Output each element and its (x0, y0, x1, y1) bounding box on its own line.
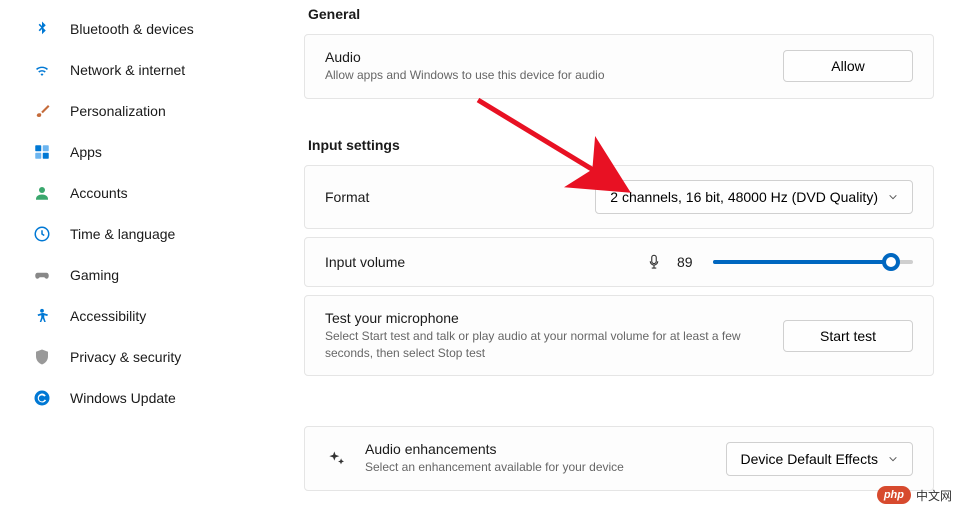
sidebar-item-label: Gaming (70, 267, 119, 283)
enhance-title: Audio enhancements (365, 441, 726, 457)
gamepad-icon (32, 265, 52, 285)
audio-title: Audio (325, 49, 783, 65)
bluetooth-icon (32, 19, 52, 39)
volume-slider[interactable] (713, 252, 913, 272)
sidebar-item-label: Apps (70, 144, 102, 160)
sidebar-item-label: Personalization (70, 103, 166, 119)
sidebar-item-accessibility[interactable]: Accessibility (8, 296, 272, 336)
watermark-badge: php (877, 486, 911, 504)
sidebar-item-privacy[interactable]: Privacy & security (8, 337, 272, 377)
allow-button[interactable]: Allow (783, 50, 913, 82)
sidebar-item-label: Accessibility (70, 308, 146, 324)
test-card: Test your microphone Select Start test a… (304, 295, 934, 377)
sidebar: Bluetooth & devices Network & internet P… (0, 0, 280, 510)
test-title: Test your microphone (325, 310, 763, 326)
person-icon (32, 183, 52, 203)
audio-sub: Allow apps and Windows to use this devic… (325, 67, 783, 84)
chevron-down-icon (888, 192, 898, 202)
enhance-value: Device Default Effects (741, 451, 878, 467)
sparkle-icon (325, 448, 347, 470)
section-input: Input settings (308, 137, 934, 153)
sidebar-item-label: Network & internet (70, 62, 185, 78)
sidebar-item-label: Privacy & security (70, 349, 181, 365)
watermark: php 中文网 (877, 486, 952, 504)
chevron-down-icon (888, 454, 898, 464)
sidebar-item-gaming[interactable]: Gaming (8, 255, 272, 295)
sidebar-item-update[interactable]: Windows Update (8, 378, 272, 418)
watermark-text: 中文网 (916, 487, 952, 504)
clock-icon (32, 224, 52, 244)
enhance-sub: Select an enhancement available for your… (365, 459, 726, 476)
section-general: General (308, 6, 934, 22)
format-value: 2 channels, 16 bit, 48000 Hz (DVD Qualit… (610, 189, 878, 205)
test-sub: Select Start test and talk or play audio… (325, 328, 763, 362)
format-dropdown[interactable]: 2 channels, 16 bit, 48000 Hz (DVD Qualit… (595, 180, 913, 214)
format-label: Format (325, 189, 595, 205)
volume-card: Input volume 89 (304, 237, 934, 287)
sidebar-item-network[interactable]: Network & internet (8, 50, 272, 90)
wifi-icon (32, 60, 52, 80)
brush-icon (32, 101, 52, 121)
sidebar-item-accounts[interactable]: Accounts (8, 173, 272, 213)
start-test-button[interactable]: Start test (783, 320, 913, 352)
sidebar-item-label: Time & language (70, 226, 175, 242)
volume-label: Input volume (325, 254, 645, 270)
microphone-icon[interactable] (645, 253, 663, 271)
sidebar-item-apps[interactable]: Apps (8, 132, 272, 172)
update-icon (32, 388, 52, 408)
sidebar-item-personalization[interactable]: Personalization (8, 91, 272, 131)
volume-value: 89 (677, 254, 699, 270)
main-content: General Audio Allow apps and Windows to … (280, 0, 958, 510)
apps-icon (32, 142, 52, 162)
sidebar-item-time[interactable]: Time & language (8, 214, 272, 254)
audio-card: Audio Allow apps and Windows to use this… (304, 34, 934, 99)
shield-icon (32, 347, 52, 367)
sidebar-item-bluetooth[interactable]: Bluetooth & devices (8, 9, 272, 49)
sidebar-item-label: Windows Update (70, 390, 176, 406)
enhance-dropdown[interactable]: Device Default Effects (726, 442, 913, 476)
format-card: Format 2 channels, 16 bit, 48000 Hz (DVD… (304, 165, 934, 229)
accessibility-icon (32, 306, 52, 326)
enhance-card: Audio enhancements Select an enhancement… (304, 426, 934, 491)
sidebar-item-label: Accounts (70, 185, 128, 201)
sidebar-item-label: Bluetooth & devices (70, 21, 194, 37)
